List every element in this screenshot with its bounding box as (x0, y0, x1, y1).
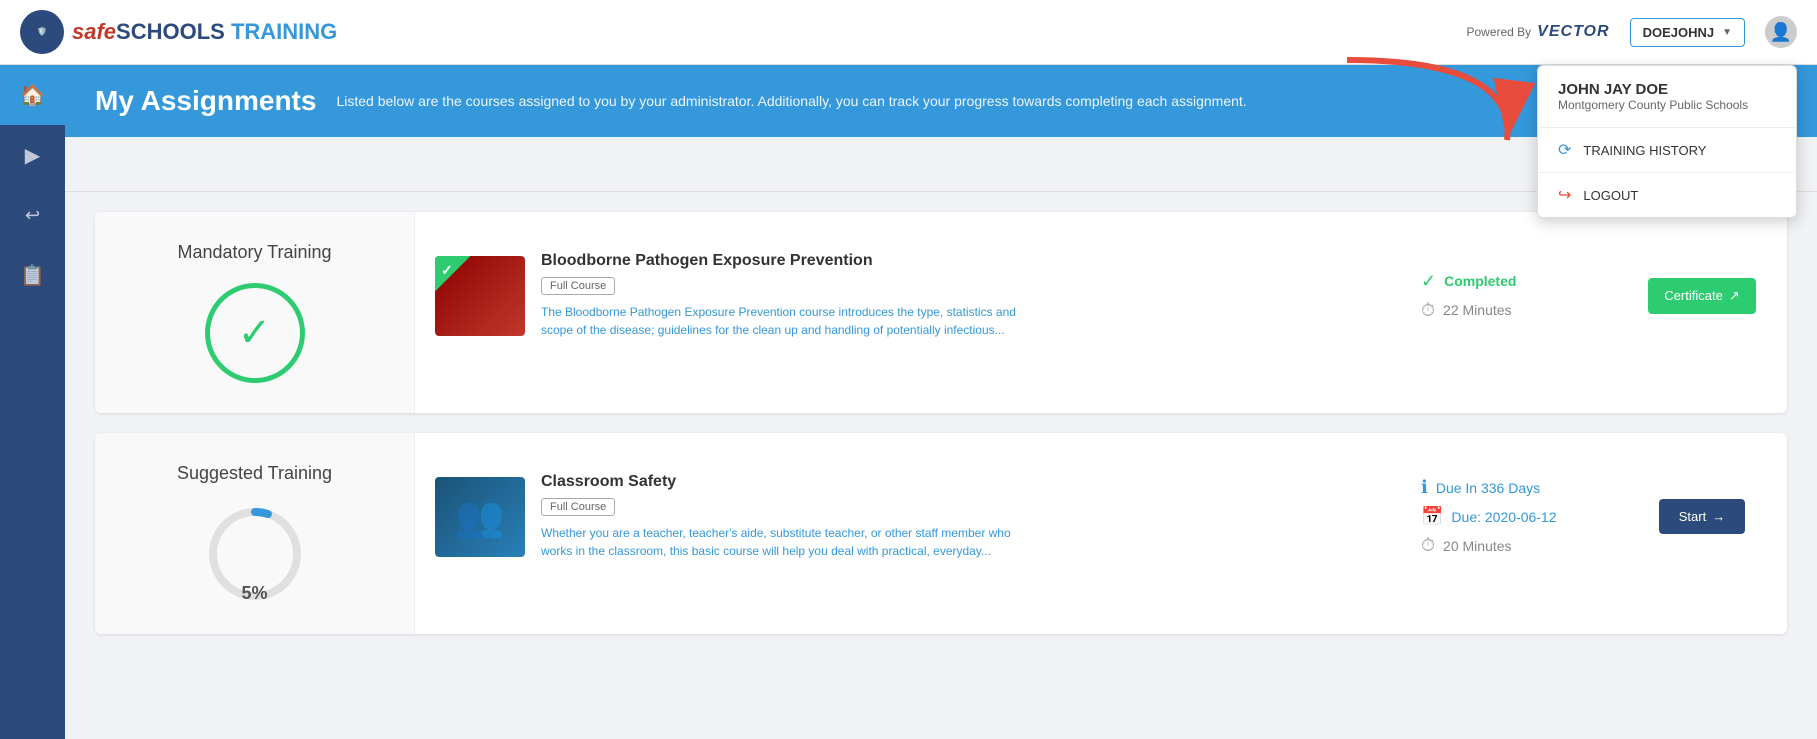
person-icon: 👥 (455, 493, 505, 540)
thumb-bg-blue: 👥 (435, 477, 525, 557)
vector-logo: VECTOR (1537, 23, 1609, 41)
course-action-classroom: Start → (1637, 499, 1767, 534)
check-icon: ✓ (238, 310, 272, 356)
arrow-right-icon: → (1712, 509, 1725, 524)
sidebar-item-home[interactable]: 🏠 (0, 65, 65, 125)
course-type-badge-classroom: Full Course (541, 498, 615, 516)
dropdown-user-org: Montgomery County Public Schools (1558, 98, 1776, 112)
sidebar-item-list[interactable]: 📋 (0, 245, 65, 305)
content-area: Mandatory Training ✓ ✓ (65, 192, 1817, 739)
list-icon: 📋 (20, 263, 45, 288)
training-history-item[interactable]: ⟳ TRAINING HISTORY (1538, 128, 1796, 173)
avatar: 👤 (1765, 16, 1797, 48)
course-desc-bloodborne: The Bloodborne Pathogen Exposure Prevent… (541, 303, 1041, 339)
user-dropdown[interactable]: DOEJOHNJ ▼ (1630, 18, 1745, 47)
status-completed-item: ✓ Completed (1421, 271, 1621, 292)
logout-item[interactable]: ↪ LOGOUT (1538, 173, 1796, 217)
status-due-item: ℹ Due In 336 Days (1421, 477, 1621, 498)
course-action-bloodborne: Certificate ↗ (1637, 278, 1767, 314)
status-complete-icon: ✓ (1421, 271, 1436, 292)
status-duration-item-classroom: ⏱ 20 Minutes (1421, 535, 1621, 556)
external-link-icon: ↗ (1729, 288, 1740, 304)
course-name-classroom: Classroom Safety (541, 473, 1405, 491)
history-icon-sidebar: ↩ (25, 205, 40, 226)
suggested-progress-ring: 5% (205, 504, 305, 604)
mandatory-progress-circle: ✓ (205, 283, 305, 383)
status-due-date: Due: 2020-06-12 (1451, 509, 1556, 525)
suggested-training-title: Suggested Training (177, 463, 332, 484)
course-thumbnail-bloodborne: ✓ (435, 256, 525, 336)
info-icon: ℹ (1421, 477, 1428, 498)
training-history-label: TRAINING HISTORY (1583, 143, 1706, 158)
sidebar-item-history[interactable]: ↩ (0, 185, 65, 245)
sidebar-item-play[interactable]: ▶ (0, 125, 65, 185)
user-dropdown-menu: JOHN JAY DOE Montgomery County Public Sc… (1537, 65, 1797, 218)
mandatory-training-left: Mandatory Training ✓ (95, 212, 415, 413)
mandatory-training-section: Mandatory Training ✓ ✓ (95, 212, 1787, 413)
calendar-icon: 📅 (1421, 506, 1443, 527)
dropdown-user-name: JOHN JAY DOE (1558, 81, 1776, 98)
suggested-training-left: Suggested Training 5% (95, 433, 415, 634)
top-header: 🛡️ safeSCHOOLS TRAINING Powered By VECTO… (0, 0, 1817, 65)
home-icon: 🏠 (20, 83, 45, 108)
play-icon: ▶ (25, 143, 40, 168)
user-dropdown-name: DOEJOHNJ (1643, 25, 1715, 40)
page-subtitle: Listed below are the courses assigned to… (336, 93, 1246, 109)
status-duration: 22 Minutes (1443, 302, 1511, 318)
logo-area: 🛡️ safeSCHOOLS TRAINING (20, 10, 337, 54)
course-status-classroom: ℹ Due In 336 Days 📅 Due: 2020-06-12 ⏱ 20… (1421, 477, 1621, 556)
course-card-classroom: 👥 Classroom Safety Full Course Whether y… (435, 453, 1767, 580)
course-info-bloodborne: Bloodborne Pathogen Exposure Prevention … (541, 252, 1405, 339)
status-completed-label: Completed (1444, 273, 1516, 289)
mandatory-courses-list: ✓ Bloodborne Pathogen Exposure Preventio… (415, 212, 1787, 413)
suggested-training-section: Suggested Training 5% 👥 (95, 433, 1787, 634)
history-icon: ⟳ (1558, 140, 1571, 160)
suggested-courses-list: 👥 Classroom Safety Full Course Whether y… (415, 433, 1787, 634)
clock-icon: ⏱ (1421, 300, 1435, 321)
dropdown-user-info: JOHN JAY DOE Montgomery County Public Sc… (1538, 66, 1796, 128)
logo-safe: safe (72, 19, 116, 44)
clock-icon-classroom: ⏱ (1421, 535, 1435, 556)
logo-text: safeSCHOOLS TRAINING (72, 19, 337, 45)
logout-icon: ↪ (1558, 185, 1571, 205)
course-name-bloodborne: Bloodborne Pathogen Exposure Prevention (541, 252, 1405, 270)
status-duration-item: ⏱ 22 Minutes (1421, 300, 1621, 321)
course-card-bloodborne: ✓ Bloodborne Pathogen Exposure Preventio… (435, 232, 1767, 359)
powered-by: Powered By VECTOR (1466, 23, 1609, 41)
status-date-item: 📅 Due: 2020-06-12 (1421, 506, 1621, 527)
start-label: Start (1679, 509, 1706, 524)
status-due-label: Due In 336 Days (1436, 480, 1540, 496)
page-title: My Assignments (95, 85, 316, 117)
logout-label: LOGOUT (1583, 188, 1638, 203)
logo-schools: SCHOOLS (116, 19, 225, 44)
status-duration-classroom: 20 Minutes (1443, 538, 1511, 554)
start-button[interactable]: Start → (1659, 499, 1745, 534)
powered-by-label: Powered By (1466, 25, 1531, 39)
certificate-label: Certificate (1664, 288, 1723, 303)
mandatory-training-title: Mandatory Training (177, 242, 331, 263)
suggested-percent: 5% (241, 583, 267, 604)
course-type-badge-bloodborne: Full Course (541, 277, 615, 295)
course-thumbnail-classroom: 👥 (435, 477, 525, 557)
chevron-down-icon: ▼ (1722, 27, 1732, 38)
sidebar: 🏠 ▶ ↩ 📋 (0, 65, 65, 739)
course-info-classroom: Classroom Safety Full Course Whether you… (541, 473, 1405, 560)
course-desc-classroom: Whether you are a teacher, teacher's aid… (541, 524, 1041, 560)
logo-training: TRAINING (231, 19, 337, 44)
header-right: Powered By VECTOR DOEJOHNJ ▼ 👤 (1466, 16, 1797, 48)
certificate-button[interactable]: Certificate ↗ (1648, 278, 1755, 314)
course-status-bloodborne: ✓ Completed ⏱ 22 Minutes (1421, 271, 1621, 321)
logo-icon: 🛡️ (20, 10, 64, 54)
